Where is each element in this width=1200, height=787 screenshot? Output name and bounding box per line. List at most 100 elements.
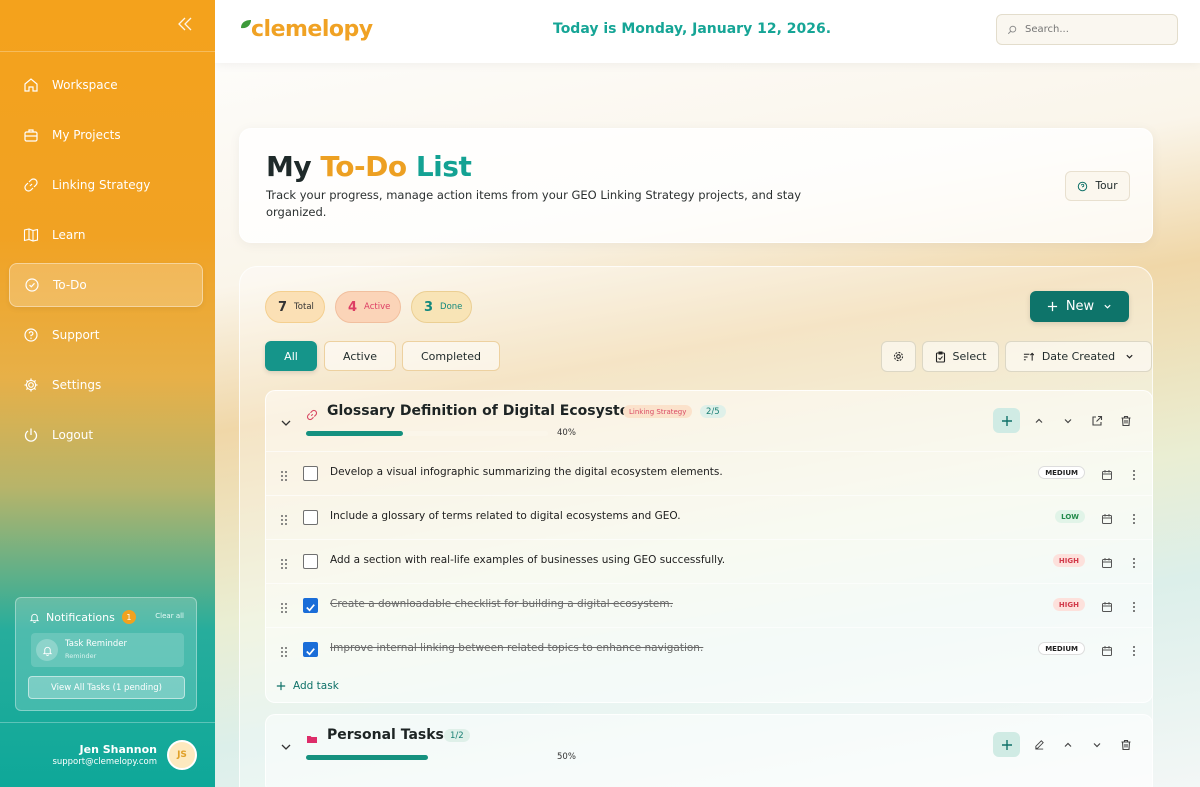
task-row[interactable]: Create a downloadable checklist for buil… — [266, 583, 1152, 627]
calendar-icon[interactable] — [1101, 554, 1113, 573]
page-title-part: My — [266, 150, 312, 183]
more-options-icon[interactable] — [1132, 554, 1136, 573]
check-icon — [306, 604, 315, 612]
search-icon — [1007, 25, 1017, 35]
chevron-up-icon[interactable] — [1029, 411, 1049, 431]
drag-handle-icon[interactable] — [280, 599, 288, 618]
view-all-tasks-button[interactable]: View All Tasks (1 pending) — [28, 676, 185, 699]
more-options-icon[interactable] — [1132, 642, 1136, 661]
plus-icon — [1047, 301, 1058, 312]
link-icon — [23, 177, 39, 193]
new-button[interactable]: New — [1030, 291, 1129, 322]
progress-label: 50% — [557, 752, 576, 762]
calendar-icon[interactable] — [1101, 510, 1113, 529]
task-row[interactable]: Include a glossary of terms related to d… — [266, 495, 1152, 539]
top-bar: clemelopy Today is Monday, January 12, 2… — [215, 0, 1200, 63]
chevron-down-icon[interactable] — [1058, 411, 1078, 431]
trash-icon[interactable] — [1116, 411, 1136, 431]
tour-button[interactable]: Tour — [1065, 171, 1130, 201]
tab-active[interactable]: Active — [324, 341, 396, 371]
task-checkbox[interactable] — [303, 510, 318, 525]
page-title-part: To-Do — [320, 150, 407, 183]
group-title: Personal Tasks — [327, 727, 444, 743]
sort-dropdown[interactable]: Date Created — [1005, 341, 1152, 372]
task-checkbox[interactable] — [303, 598, 318, 613]
task-row[interactable]: Improve internal linking between related… — [266, 627, 1152, 671]
drag-handle-icon[interactable] — [280, 643, 288, 662]
drag-handle-icon[interactable] — [280, 467, 288, 486]
progress-bar — [306, 431, 548, 436]
notification-item[interactable]: Task Reminder Reminder — [31, 633, 184, 667]
group-actions — [993, 732, 1136, 757]
more-options-icon[interactable] — [1132, 598, 1136, 617]
drag-handle-icon[interactable] — [280, 511, 288, 530]
stat-count: 7 — [278, 299, 288, 315]
sidebar-item-label: Settings — [52, 378, 102, 392]
task-checkbox[interactable] — [303, 642, 318, 657]
add-task-link[interactable]: Add task — [276, 680, 339, 692]
calendar-icon[interactable] — [1101, 466, 1113, 485]
bell-icon — [29, 612, 40, 623]
calendar-icon[interactable] — [1101, 598, 1113, 617]
gear-icon — [23, 377, 39, 393]
collapse-group-icon[interactable] — [280, 738, 292, 757]
priority-badge: HIGH — [1052, 598, 1085, 611]
sidebar-item-logout[interactable]: Logout — [9, 413, 203, 457]
more-options-icon[interactable] — [1132, 510, 1136, 529]
folder-icon — [306, 730, 318, 749]
priority-badge: LOW — [1055, 510, 1085, 523]
power-icon — [23, 427, 39, 443]
search-box[interactable] — [996, 14, 1178, 45]
add-task-button[interactable] — [993, 732, 1020, 757]
edit-icon[interactable] — [1029, 735, 1049, 755]
sidebar-item-settings[interactable]: Settings — [9, 363, 203, 407]
tab-completed[interactable]: Completed — [402, 341, 500, 371]
sidebar-item-my-projects[interactable]: My Projects — [9, 113, 203, 157]
clear-all-link[interactable]: Clear all — [155, 612, 184, 620]
task-text: Include a glossary of terms related to d… — [330, 510, 681, 522]
page-title: My To-Do List — [266, 150, 472, 183]
sidebar-item-workspace[interactable]: Workspace — [9, 63, 203, 107]
task-checkbox[interactable] — [303, 466, 318, 481]
sidebar-item-to-do[interactable]: To-Do — [9, 263, 203, 307]
chevron-up-icon[interactable] — [1058, 735, 1078, 755]
collapse-group-icon[interactable] — [280, 414, 292, 433]
chevron-down-icon — [1125, 352, 1134, 361]
trash-icon[interactable] — [1116, 735, 1136, 755]
sidebar: Workspace My Projects Linking Strategy L… — [0, 0, 215, 787]
chevron-down-icon[interactable] — [1087, 735, 1107, 755]
external-link-icon[interactable] — [1087, 411, 1107, 431]
sidebar-item-label: Workspace — [52, 78, 118, 92]
task-checkbox[interactable] — [303, 554, 318, 569]
drag-handle-icon[interactable] — [280, 555, 288, 574]
stat-label: Total — [294, 302, 314, 312]
group-title: Glossary Definition of Digital Ecosystem — [327, 403, 644, 419]
logo[interactable]: clemelopy — [239, 17, 373, 42]
group-actions — [993, 408, 1136, 433]
more-options-icon[interactable] — [1132, 466, 1136, 485]
user-email: support@clemelopy.com — [52, 757, 157, 767]
notification-title: Task Reminder — [65, 639, 127, 649]
notifications-header: Notifications 1 — [29, 610, 136, 624]
calendar-icon[interactable] — [1101, 642, 1113, 661]
sidebar-item-linking-strategy[interactable]: Linking Strategy — [9, 163, 203, 207]
search-input[interactable] — [1025, 24, 1165, 35]
plus-icon — [1001, 415, 1013, 427]
home-icon — [23, 77, 39, 93]
notification-subtitle: Reminder — [65, 652, 97, 660]
select-button[interactable]: Select — [922, 341, 999, 372]
sidebar-item-learn[interactable]: Learn — [9, 213, 203, 257]
task-group: Personal Tasks 1/2 50% — [265, 714, 1153, 787]
tab-all[interactable]: All — [265, 341, 317, 371]
check-icon — [306, 648, 315, 656]
gear-icon — [892, 350, 905, 363]
help-icon — [1077, 181, 1088, 192]
settings-button[interactable] — [881, 341, 916, 372]
select-label: Select — [952, 350, 987, 363]
collapse-sidebar-icon[interactable] — [175, 14, 195, 34]
avatar[interactable]: JS — [167, 740, 197, 770]
task-row[interactable]: Add a section with real-life examples of… — [266, 539, 1152, 583]
sidebar-item-support[interactable]: Support — [9, 313, 203, 357]
task-row[interactable]: Develop a visual infographic summarizing… — [266, 451, 1152, 495]
add-task-button[interactable] — [993, 408, 1020, 433]
